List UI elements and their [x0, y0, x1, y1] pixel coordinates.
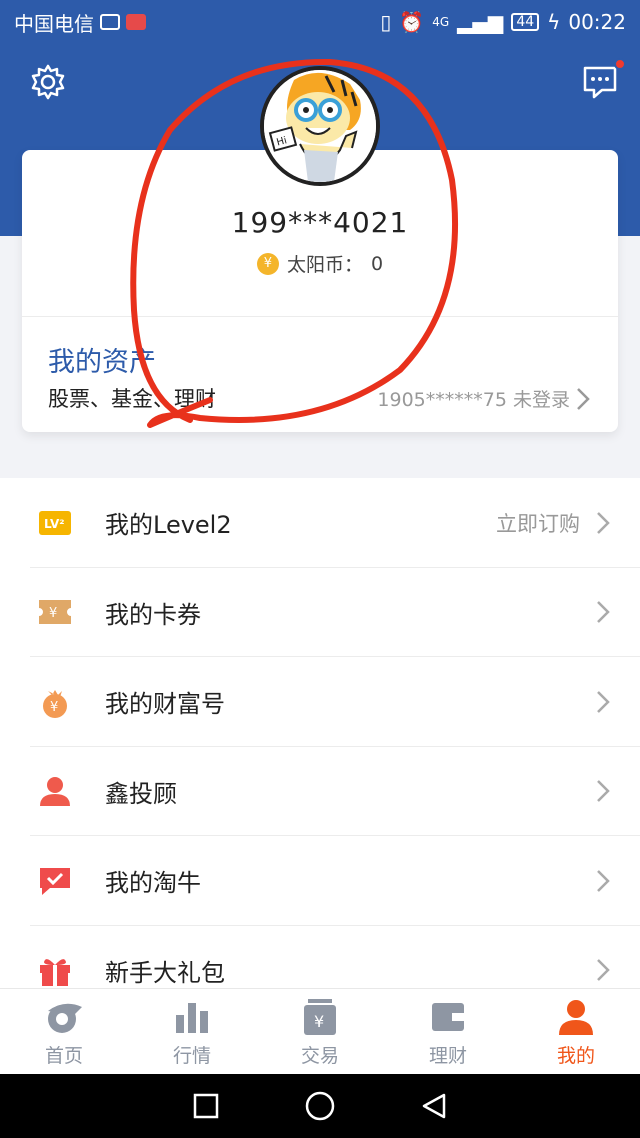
sun-coin-label: 太阳币：: [286, 254, 363, 276]
chevron-right-icon: [597, 511, 610, 534]
tab-trade[interactable]: ¥ 交易: [256, 989, 384, 1074]
vibrate-icon: ▯: [380, 10, 392, 34]
system-navigation-bar: [0, 1074, 640, 1138]
signal-monitor-icon: [100, 14, 120, 30]
advisor-icon: [38, 774, 72, 808]
alarm-icon: ⏰: [399, 10, 425, 34]
avatar[interactable]: Hi: [260, 66, 380, 186]
tab-home[interactable]: 首页: [0, 989, 128, 1074]
menu-item-level2[interactable]: LV² 我的Level2 立即订购: [0, 478, 640, 568]
back-icon[interactable]: [420, 1092, 448, 1120]
status-bar: 中国电信 ▯ ⏰ 4G ▂▄▆ 44 ϟ 00:22: [0, 0, 640, 44]
menu-item-advisor[interactable]: 鑫投顾: [0, 747, 640, 836]
chevron-right-icon: [597, 690, 610, 713]
tab-label: 我的: [556, 1045, 595, 1067]
recent-apps-icon[interactable]: [192, 1092, 220, 1120]
network-type: 4G: [432, 15, 450, 29]
card-divider: [22, 316, 618, 317]
chevron-right-icon: [597, 959, 610, 982]
tab-label: 行情: [172, 1045, 211, 1067]
tab-label: 首页: [44, 1045, 83, 1067]
svg-text:¥: ¥: [314, 1012, 324, 1031]
taoniu-icon: [38, 864, 72, 898]
account-login-status[interactable]: 1905******75 未登录: [377, 385, 590, 412]
tab-mine[interactable]: 我的: [512, 989, 640, 1074]
trade-icon: ¥: [304, 999, 336, 1035]
market-icon: [176, 1003, 208, 1033]
sun-coin-icon: ¥: [256, 252, 279, 275]
home-nav-icon[interactable]: [304, 1090, 336, 1122]
wealth-icon: ¥: [38, 685, 72, 719]
menu-item-label: 我的财富号: [105, 690, 225, 719]
chevron-right-icon: [597, 601, 610, 624]
chevron-right-icon: [597, 780, 610, 803]
menu-item-label: 我的Level2: [105, 511, 232, 540]
svg-text:LV²: LV²: [44, 517, 65, 531]
svg-text:¥: ¥: [49, 606, 57, 621]
carrier-name: 中国电信: [14, 11, 94, 36]
app-notification-icon: [126, 14, 146, 30]
my-assets-title[interactable]: 我的资产: [48, 340, 156, 379]
gift-icon: [38, 953, 72, 987]
charging-icon: ϟ: [547, 10, 561, 34]
chat-bubble-icon: [583, 66, 617, 99]
gear-icon[interactable]: [28, 62, 68, 102]
menu-item-label: 鑫投顾: [105, 779, 177, 808]
chevron-right-icon: [577, 387, 590, 410]
sun-coin-value: 0: [370, 252, 384, 275]
home-icon: [48, 1003, 82, 1033]
my-assets-subtitle: 股票、基金、理财: [48, 387, 216, 411]
profile-icon: [559, 1000, 593, 1035]
menu-list: LV² 我的Level2 立即订购 ¥ 我的卡券 ¥ 我的财富号 鑫投顾 我的淘…: [0, 478, 640, 1015]
tab-market[interactable]: 行情: [128, 989, 256, 1074]
clock: 00:22: [568, 10, 626, 34]
chevron-right-icon: [597, 869, 610, 892]
user-phone-number: 199***4021: [231, 206, 409, 239]
subscribe-link[interactable]: 立即订购: [496, 508, 580, 538]
menu-item-label: 新手大礼包: [105, 958, 225, 987]
menu-item-wealth-account[interactable]: ¥ 我的财富号: [0, 657, 640, 747]
cartoon-avatar-icon: Hi: [264, 70, 376, 182]
signal-icon: ▂▄▆: [457, 10, 504, 34]
battery-level: 44: [511, 13, 540, 31]
menu-item-taoniu[interactable]: 我的淘牛: [0, 836, 640, 926]
coupon-icon: ¥: [38, 595, 72, 629]
unread-dot: [614, 58, 626, 70]
sun-coin-balance[interactable]: ¥ 太阳币： 0: [0, 250, 640, 277]
menu-item-coupons[interactable]: ¥ 我的卡券: [0, 568, 640, 657]
account-status-text: 1905******75 未登录: [377, 389, 570, 411]
svg-text:¥: ¥: [50, 700, 58, 715]
level2-icon: LV²: [38, 506, 72, 540]
menu-item-label: 我的卡券: [105, 600, 201, 629]
bottom-tab-bar: 首页 行情 ¥ 交易 理财 我的: [0, 988, 640, 1074]
tab-label: 理财: [428, 1045, 467, 1067]
tab-wealth[interactable]: 理财: [384, 989, 512, 1074]
tab-label: 交易: [300, 1045, 339, 1067]
wallet-icon: [432, 1003, 464, 1031]
menu-item-label: 我的淘牛: [105, 869, 201, 898]
messages-button[interactable]: [580, 58, 626, 102]
